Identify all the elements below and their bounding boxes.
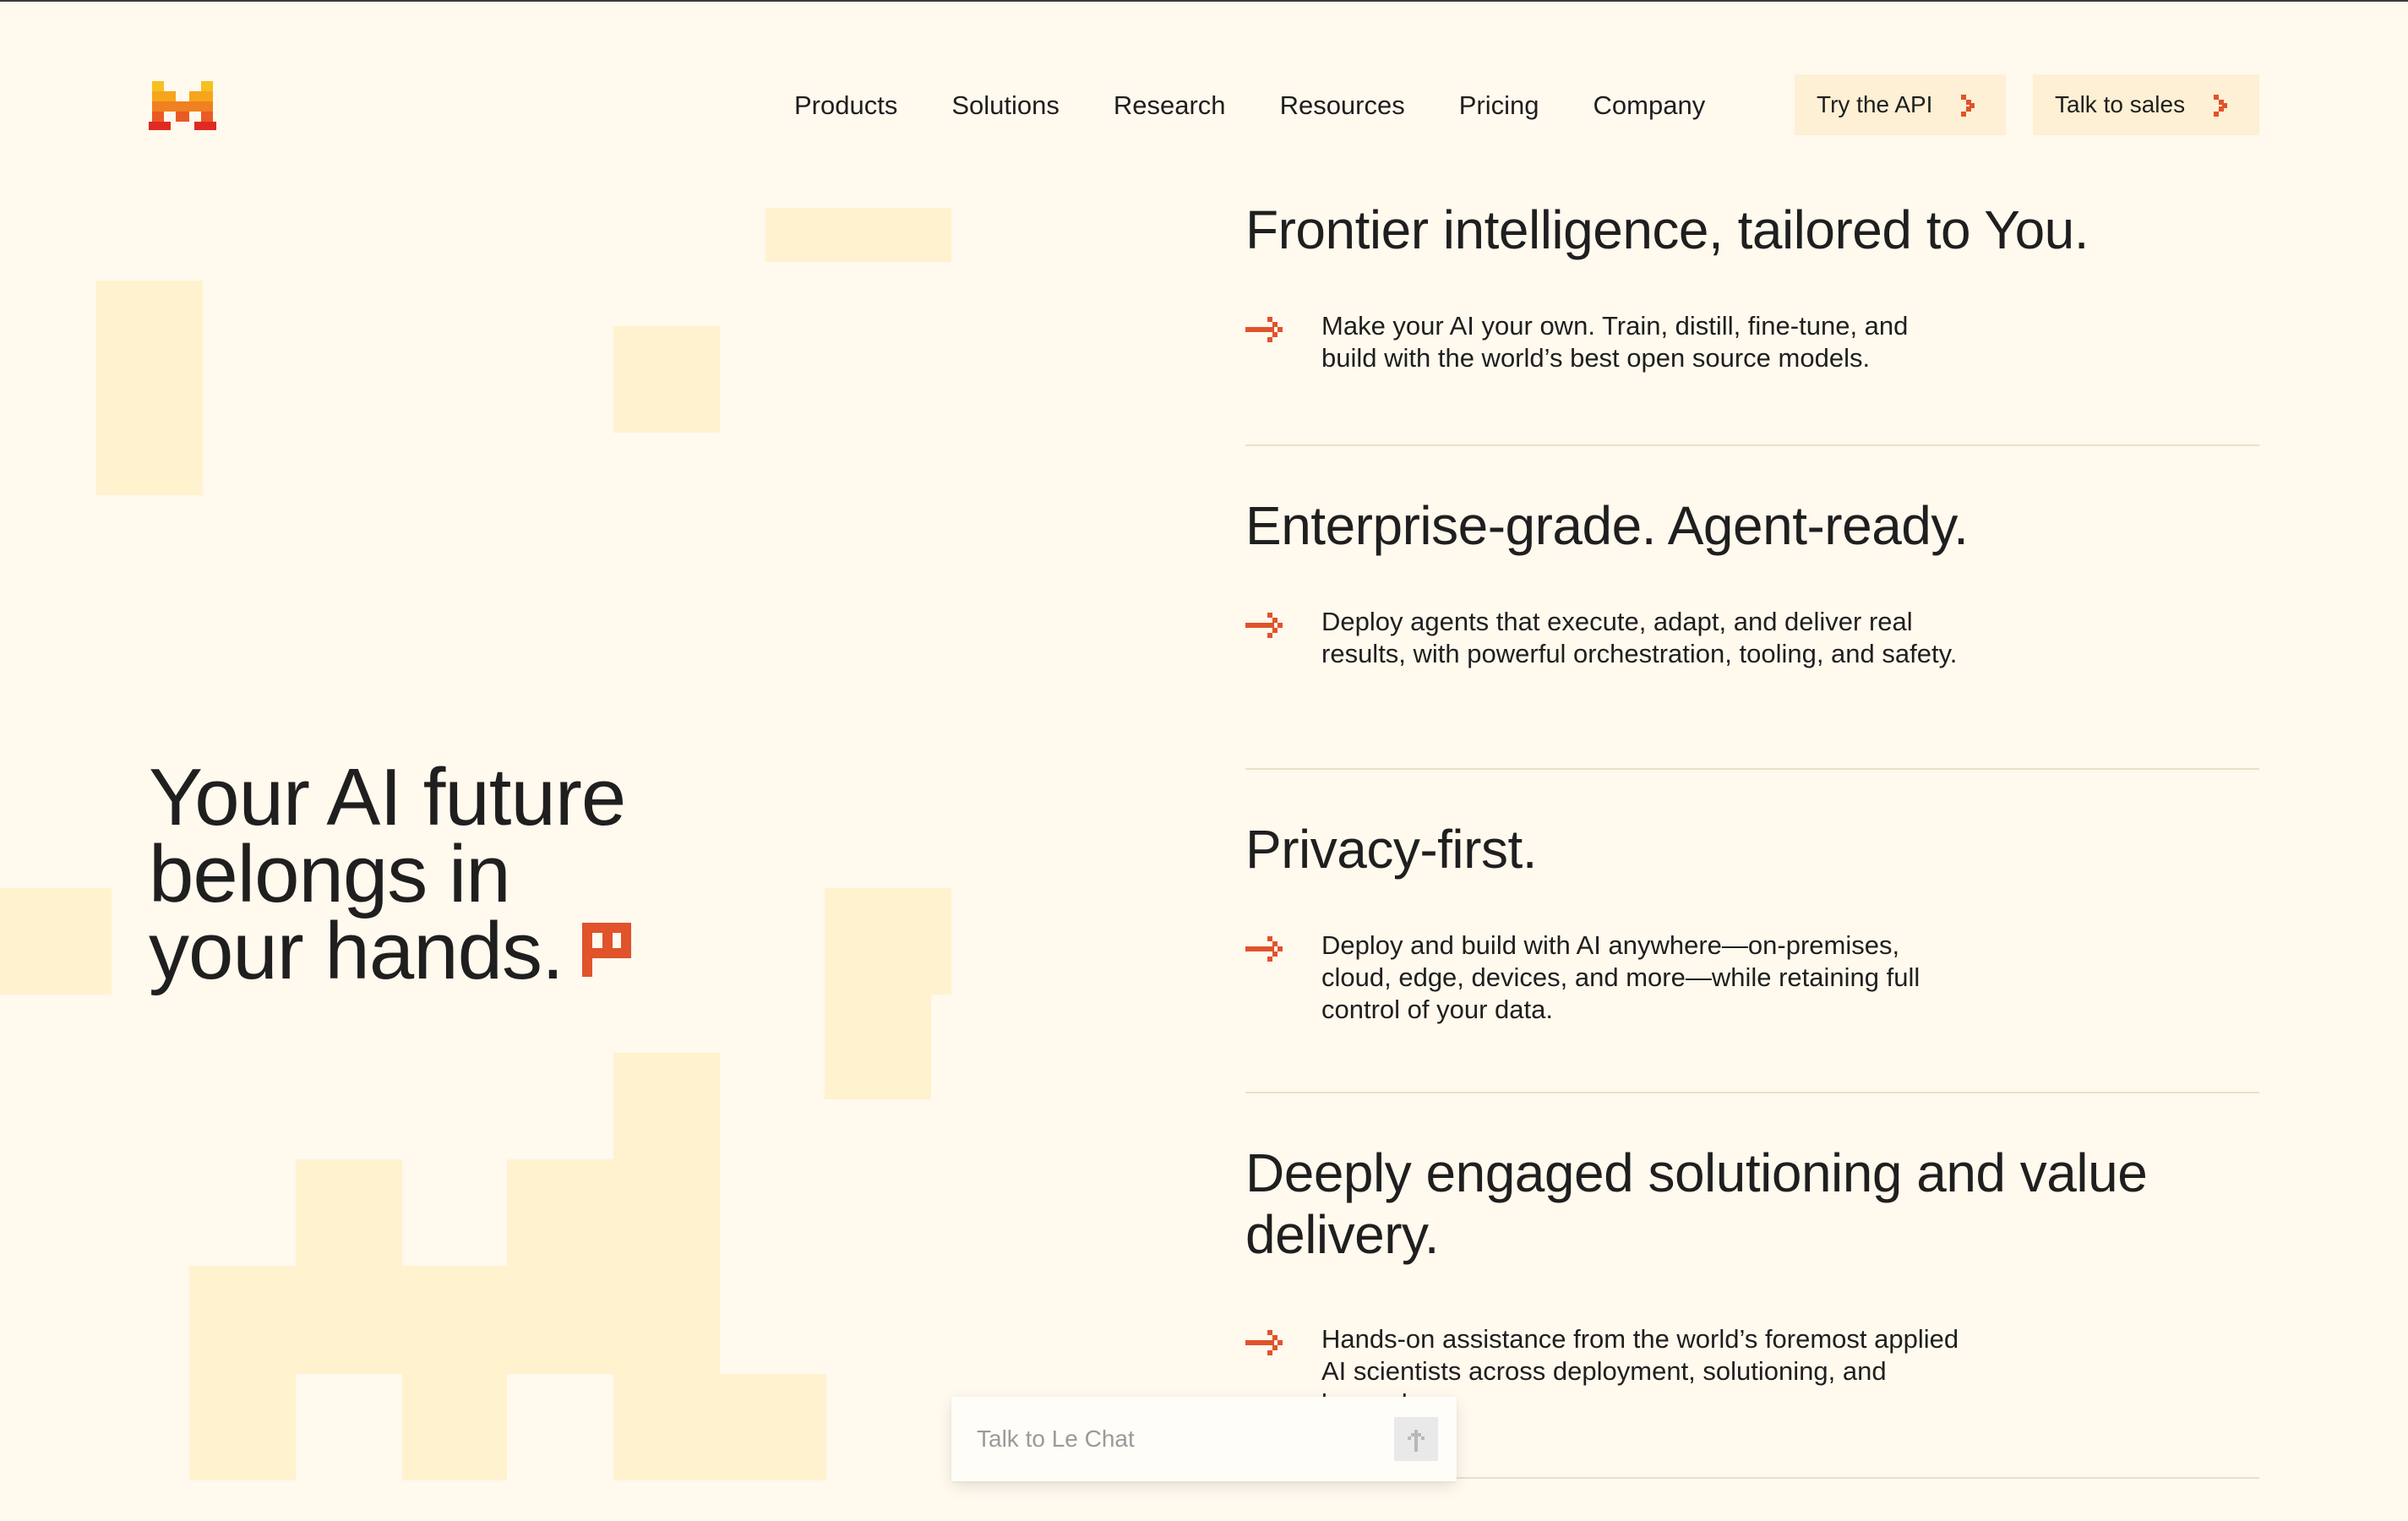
deco-block: [189, 1266, 720, 1374]
send-button[interactable]: [1394, 1417, 1438, 1461]
nav-research[interactable]: Research: [1114, 90, 1226, 121]
talk-to-sales-button[interactable]: Talk to sales: [2033, 74, 2259, 135]
page: Products Solutions Research Resources Pr…: [0, 0, 2408, 1521]
talk-to-sales-label: Talk to sales: [2055, 91, 2186, 117]
hero-title-line-last: your hands.: [149, 911, 757, 992]
arrow-up-icon: [1408, 1430, 1425, 1452]
deco-block: [613, 326, 720, 433]
nav-resources[interactable]: Resources: [1280, 90, 1405, 121]
try-api-button[interactable]: Try the API: [1795, 74, 2006, 135]
arrow-right-icon: [1245, 317, 1283, 342]
hero-title-line: belongs in: [149, 829, 511, 919]
deco-block: [189, 1374, 296, 1480]
nav-solutions[interactable]: Solutions: [951, 90, 1060, 121]
feature-row: Deploy agents that execute, adapt, and d…: [1245, 606, 2259, 670]
chevron-right-icon: [2214, 95, 2228, 117]
arrow-right-icon: [1245, 613, 1283, 638]
deco-block: [613, 1374, 826, 1480]
deco-block: [0, 888, 112, 995]
feature-item: Privacy-first. Deploy and build with AI …: [1245, 770, 2259, 1093]
deco-block: [825, 888, 951, 995]
feature-title: Enterprise-grade. Agent-ready.: [1245, 495, 1969, 556]
nav-pricing[interactable]: Pricing: [1459, 90, 1539, 121]
feature-title: Privacy-first.: [1245, 819, 1538, 880]
feature-title: Frontier intelligence, tailored to You.: [1245, 199, 2089, 260]
arrow-right-icon: [1245, 936, 1283, 962]
arrow-right-icon: [1245, 1330, 1283, 1355]
nav-products[interactable]: Products: [794, 90, 897, 121]
feature-title: Deeply engaged solutioning and value del…: [1245, 1142, 2148, 1265]
feature-item: Frontier intelligence, tailored to You. …: [1245, 199, 2259, 446]
feature-text: Make your AI your own. Train, distill, f…: [1321, 311, 1909, 373]
feature-row: Make your AI your own. Train, distill, f…: [1245, 310, 2259, 374]
features-list: Frontier intelligence, tailored to You. …: [1245, 199, 2259, 1479]
nav-company[interactable]: Company: [1594, 90, 1706, 121]
try-api-label: Try the API: [1817, 91, 1933, 117]
hero-title-line: Your AI future: [149, 752, 626, 842]
deco-block: [825, 995, 931, 1099]
feature-row: Deploy and build with AI anywhere—on-pre…: [1245, 930, 2259, 1026]
deco-block: [96, 281, 203, 495]
mistral-logo-icon[interactable]: [149, 81, 218, 130]
deco-block: [402, 1374, 507, 1480]
deco-block: [296, 1159, 402, 1266]
hero-title-line-text: your hands.: [149, 906, 564, 996]
main-nav: Products Solutions Research Resources Pr…: [794, 76, 1759, 135]
pixel-flag-icon: [581, 923, 631, 977]
deco-block: [613, 1053, 720, 1159]
le-chat-input[interactable]: [977, 1422, 1365, 1456]
deco-block: [765, 208, 951, 262]
feature-text: Deploy agents that execute, adapt, and d…: [1321, 607, 1958, 668]
feature-item: Enterprise-grade. Agent-ready. Deploy ag…: [1245, 446, 2259, 770]
le-chat-box: [951, 1397, 1457, 1481]
feature-text: Deploy and build with AI anywhere—on-pre…: [1321, 930, 1920, 1024]
deco-block: [507, 1159, 720, 1266]
chevron-right-icon: [1961, 95, 1975, 117]
hero-title: Your AI future belongs in your hands.: [149, 752, 757, 992]
